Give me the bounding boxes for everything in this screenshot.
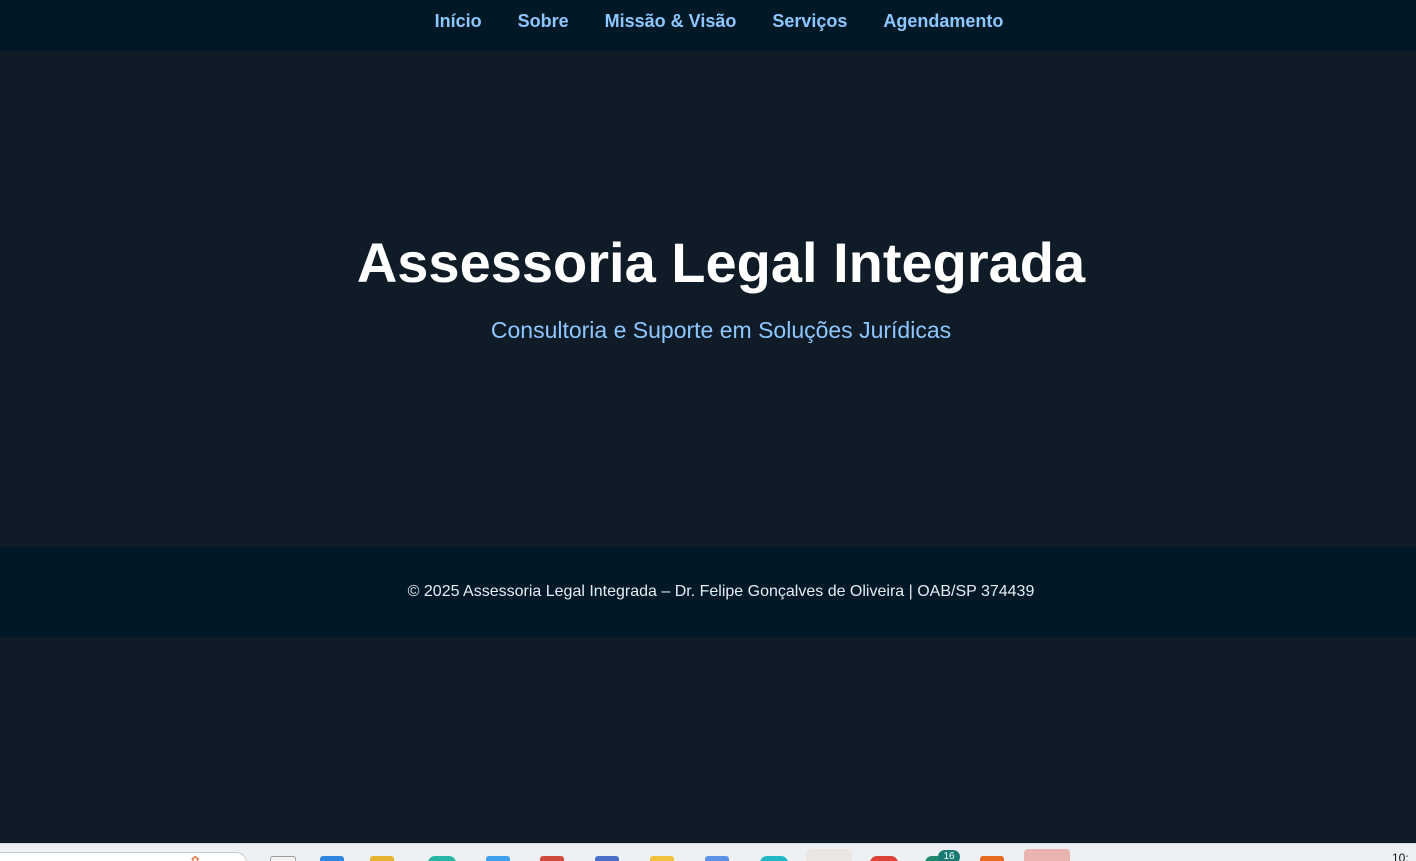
notification-badge: 16 (938, 850, 960, 861)
hero-subtitle: Consultoria e Suporte em Soluções Jurídi… (490, 317, 952, 343)
nav-list: Início Sobre Missão & Visão Serviços Age… (435, 11, 1004, 32)
hero-title: Assessoria Legal Integrada (356, 231, 1086, 294)
taskbar-clock: 10: (1392, 851, 1409, 861)
drive-icon[interactable] (650, 856, 674, 861)
nav-item-sobre: Sobre (518, 11, 569, 32)
mail-app-icon[interactable] (705, 856, 729, 861)
file-explorer-icon[interactable] (270, 856, 296, 861)
taskbar-search-box[interactable]: ✿ (0, 852, 247, 861)
page: Início Sobre Missão & Visão Serviços Age… (0, 0, 1416, 861)
nav-link-missao-visao[interactable]: Missão & Visão (605, 11, 737, 31)
nav-item-missao-visao: Missão & Visão (605, 11, 737, 32)
nav-link-sobre[interactable]: Sobre (518, 11, 569, 31)
folder-icon[interactable] (370, 856, 394, 861)
gmail-icon[interactable] (540, 856, 564, 861)
office-app-icon[interactable] (980, 856, 1004, 861)
store-icon[interactable] (320, 856, 344, 861)
chat-app-icon[interactable] (760, 856, 788, 861)
footer-copyright: © 2025 Assessoria Legal Integrada – Dr. … (407, 583, 1035, 600)
nav-link-servicos[interactable]: Serviços (772, 11, 847, 31)
site-footer: © 2025 Assessoria Legal Integrada – Dr. … (0, 547, 1416, 637)
nav-item-servicos: Serviços (772, 11, 847, 32)
search-highlight-icon: ✿ (191, 855, 200, 861)
edge-browser-icon[interactable] (428, 856, 456, 861)
calendar-app-icon[interactable] (486, 856, 510, 861)
profile-window-icon[interactable] (806, 849, 852, 861)
nav-link-inicio[interactable]: Início (435, 11, 482, 31)
shield-app-icon[interactable] (595, 856, 619, 861)
active-window-icon[interactable] (1024, 849, 1070, 861)
nav-item-agendamento: Agendamento (883, 11, 1003, 32)
top-navigation: Início Sobre Missão & Visão Serviços Age… (0, 0, 1416, 51)
taskbar: ✿ 16 10: (0, 843, 1416, 861)
hero-section: Assessoria Legal Integrada Consultoria e… (0, 51, 1416, 547)
nav-item-inicio: Início (435, 11, 482, 32)
nav-link-agendamento[interactable]: Agendamento (883, 11, 1003, 31)
chrome-browser-icon[interactable] (870, 856, 898, 861)
